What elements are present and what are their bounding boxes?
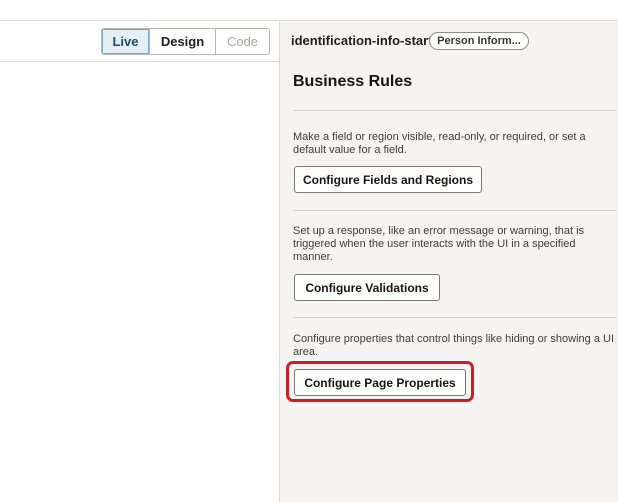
panel-header-title: identification-info-start xyxy=(291,33,433,48)
validations-description: Set up a response, like an error message… xyxy=(293,225,585,263)
business-rules-title: Business Rules xyxy=(293,73,413,90)
top-rule xyxy=(280,20,618,21)
design-mode-button[interactable]: Design xyxy=(150,29,216,54)
section-divider xyxy=(293,110,616,111)
region-badge[interactable]: Person Inform... xyxy=(429,32,529,50)
properties-panel: identification-info-start Person Inform.… xyxy=(280,20,618,502)
section-divider xyxy=(293,210,616,211)
top-rule xyxy=(0,20,279,21)
toolbar-divider xyxy=(0,61,279,62)
highlight-outline xyxy=(286,361,474,402)
configure-fields-regions-button[interactable]: Configure Fields and Regions xyxy=(294,166,482,193)
configure-validations-button[interactable]: Configure Validations xyxy=(294,274,440,301)
code-mode-button[interactable]: Code xyxy=(216,29,269,54)
page-properties-description: Configure properties that control things… xyxy=(293,333,615,358)
fields-regions-description: Make a field or region visible, read-onl… xyxy=(293,131,586,156)
live-mode-button[interactable]: Live xyxy=(102,29,150,54)
mode-switch[interactable]: Live Design Code xyxy=(101,28,270,55)
canvas-pane: Live Design Code xyxy=(0,0,279,502)
section-divider xyxy=(293,317,616,318)
